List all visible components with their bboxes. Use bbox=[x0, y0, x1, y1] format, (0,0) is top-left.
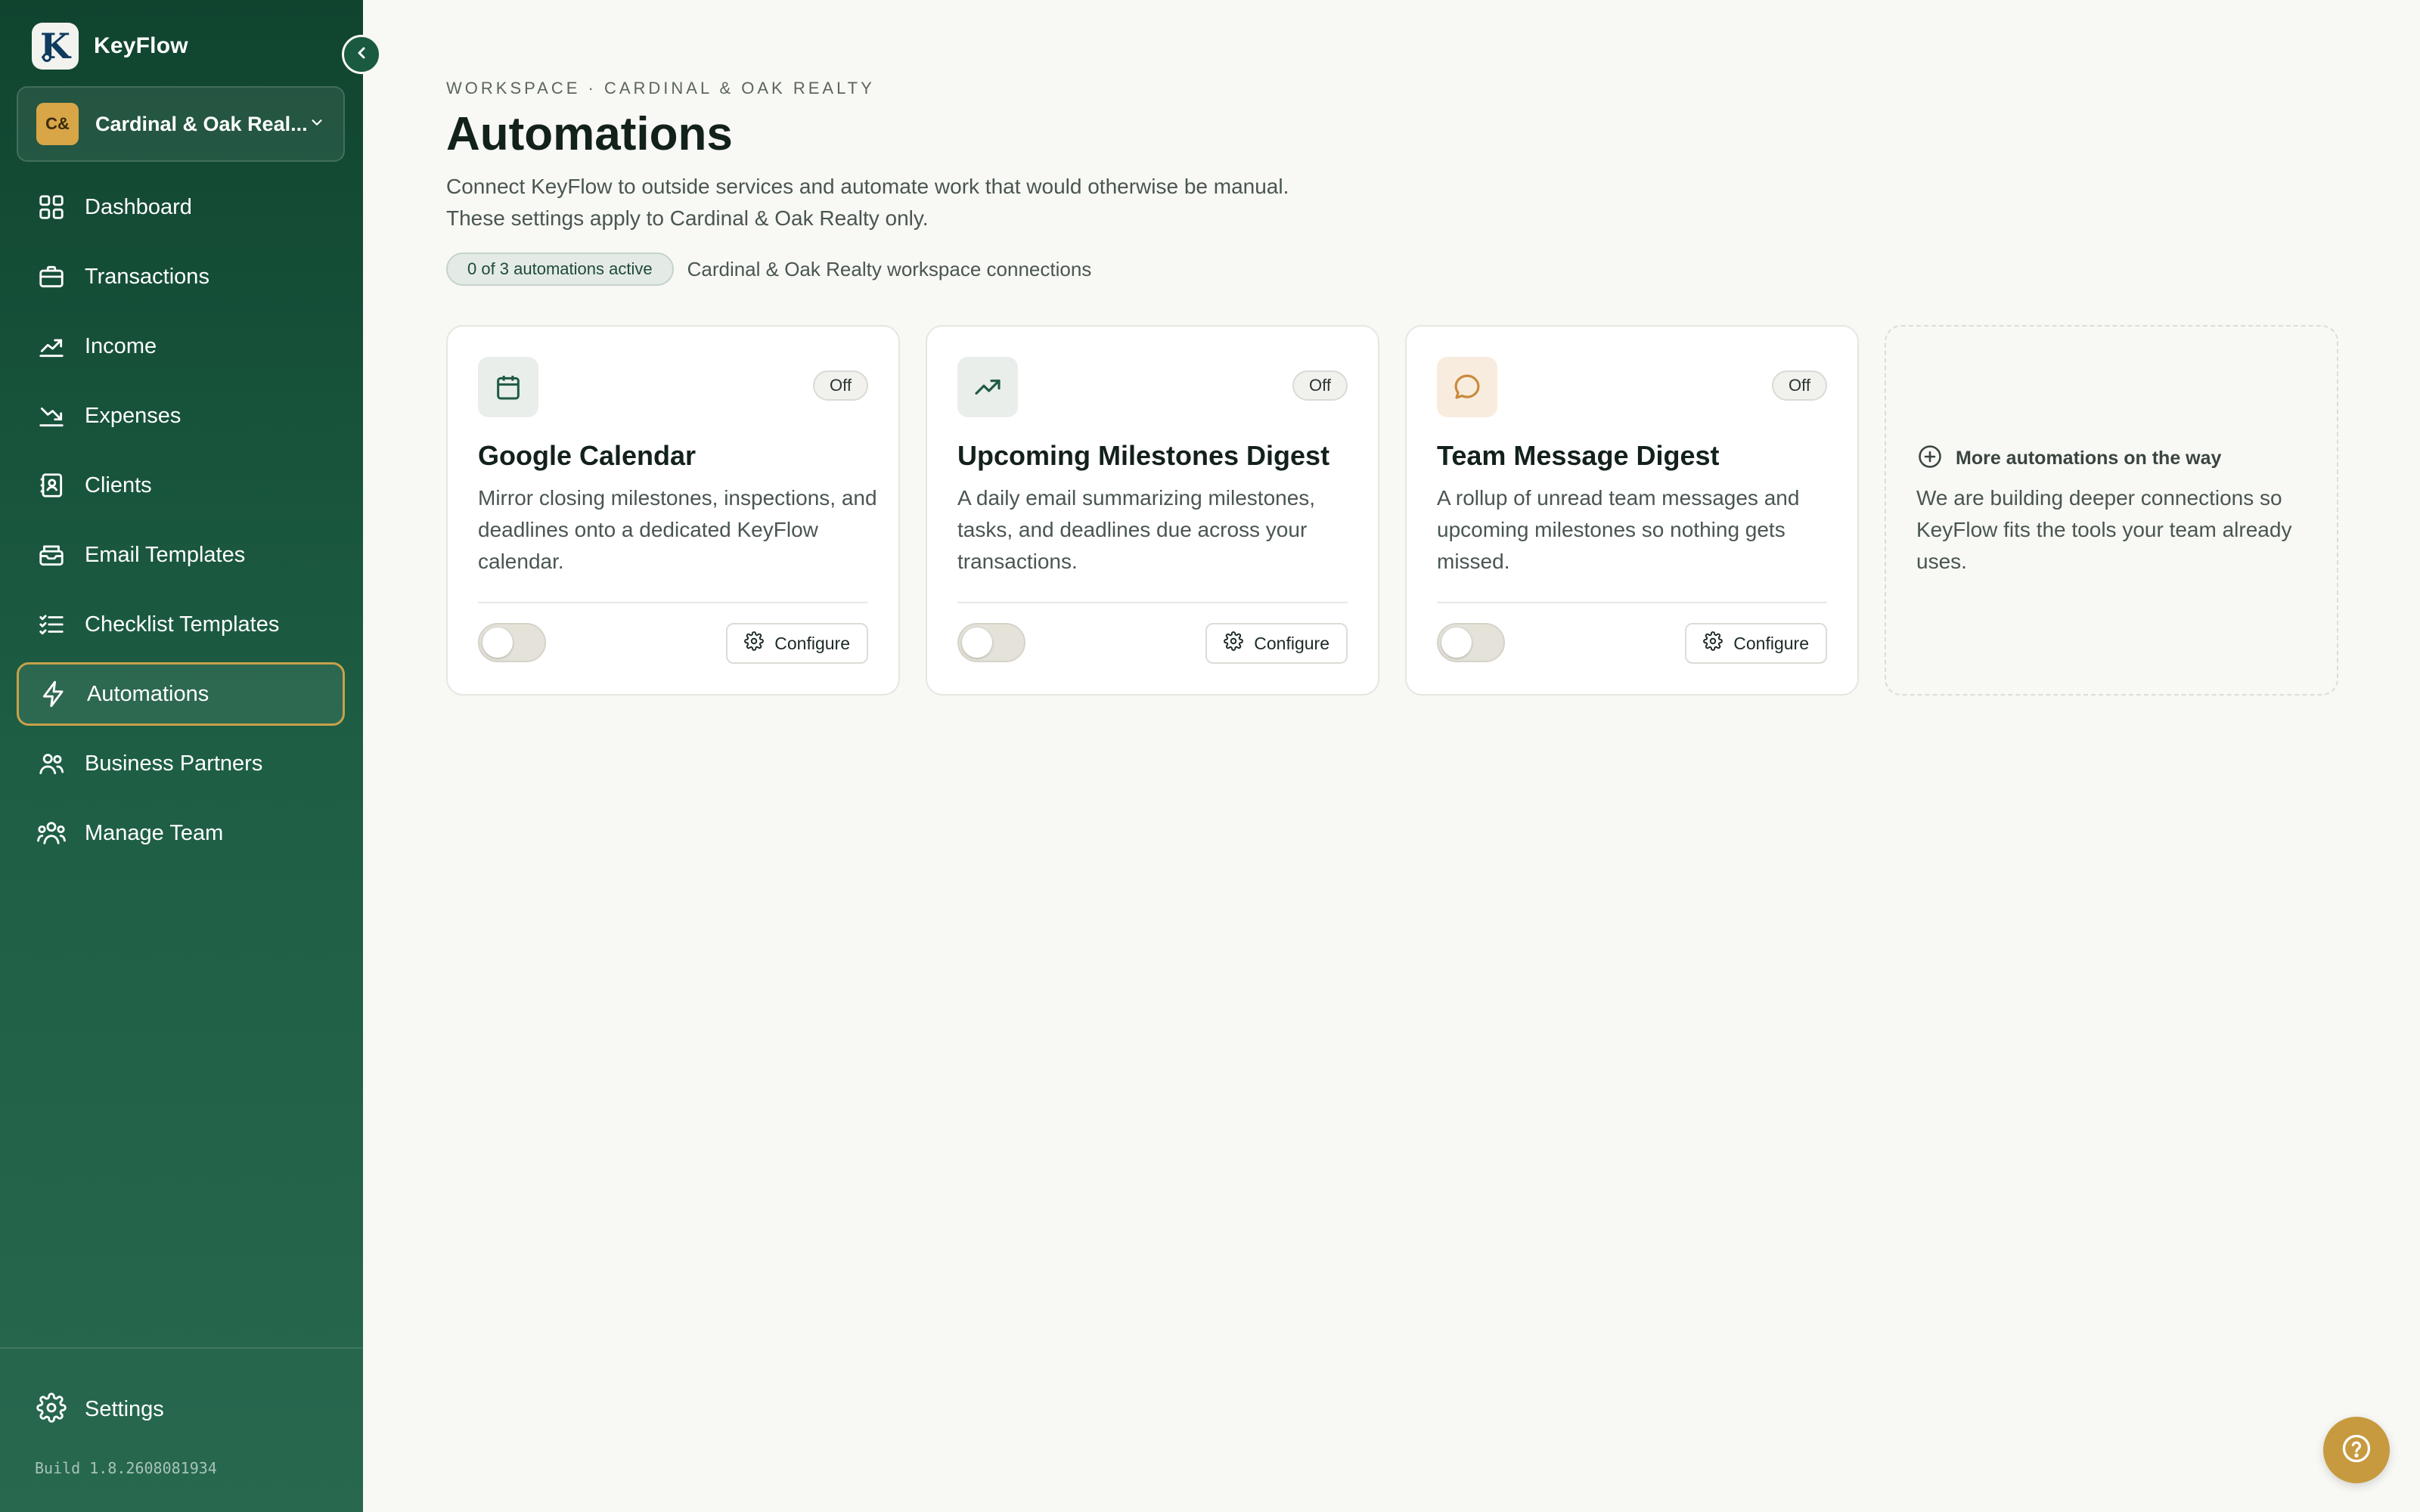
settings-label: Settings bbox=[85, 1397, 164, 1421]
more-automations-card: More automations on the way We are build… bbox=[1885, 325, 2338, 696]
team-icon bbox=[36, 818, 67, 848]
sidebar: K KeyFlow C& Cardinal & Oak Real... Dash… bbox=[0, 0, 363, 1512]
status-text: Cardinal & Oak Realty workspace connecti… bbox=[687, 257, 1092, 280]
sidebar-item-business-partners[interactable]: Business Partners bbox=[17, 732, 345, 795]
sidebar-item-label: Automations bbox=[87, 681, 209, 706]
sidebar-item-settings[interactable]: Settings bbox=[36, 1393, 164, 1427]
sidebar-item-automations[interactable]: Automations bbox=[17, 662, 345, 726]
gear-icon bbox=[1224, 631, 1244, 655]
help-icon bbox=[2340, 1432, 2373, 1469]
status-row: 0 of 3 automations active Cardinal & Oak… bbox=[446, 253, 1091, 286]
contacts-icon bbox=[36, 470, 67, 500]
briefcase-icon bbox=[36, 262, 67, 292]
trending-up-icon bbox=[36, 331, 67, 361]
more-automations-description: We are building deeper connections so Ke… bbox=[1916, 486, 2292, 573]
description-line-2: These settings apply to Cardinal & Oak R… bbox=[446, 206, 929, 230]
gear-icon bbox=[1703, 631, 1723, 655]
sidebar-item-label: Checklist Templates bbox=[85, 612, 280, 637]
sidebar-item-label: Email Templates bbox=[85, 542, 246, 567]
trending-down-icon bbox=[36, 401, 67, 431]
description-line-1: Connect KeyFlow to outside services and … bbox=[446, 175, 1289, 198]
card-title: Upcoming Milestones Digest bbox=[957, 440, 1330, 471]
sidebar-item-clients[interactable]: Clients bbox=[17, 454, 345, 517]
help-button[interactable] bbox=[2323, 1417, 2390, 1483]
sidebar-item-label: Dashboard bbox=[85, 194, 192, 219]
automation-card-google-calendar: Off Google Calendar Mirror closing miles… bbox=[446, 325, 900, 696]
sidebar-item-label: Transactions bbox=[85, 264, 209, 289]
sidebar-nav: Dashboard Transactions Income Expenses C… bbox=[17, 175, 345, 871]
configure-button[interactable]: Configure bbox=[1685, 623, 1827, 664]
sidebar-item-label: Manage Team bbox=[85, 820, 224, 845]
enable-toggle[interactable] bbox=[957, 623, 1025, 662]
sidebar-item-email-templates[interactable]: Email Templates bbox=[17, 523, 345, 587]
configure-label: Configure bbox=[1254, 633, 1329, 653]
sidebar-item-label: Expenses bbox=[85, 403, 182, 428]
collapse-sidebar-button[interactable] bbox=[342, 35, 381, 74]
status-pill: Off bbox=[813, 370, 868, 401]
keyflow-logo: K bbox=[32, 23, 79, 70]
enable-toggle[interactable] bbox=[1437, 623, 1505, 662]
build-version: Build 1.8.2608081934 bbox=[35, 1459, 217, 1477]
sidebar-item-income[interactable]: Income bbox=[17, 314, 345, 378]
brand[interactable]: K KeyFlow bbox=[32, 23, 188, 70]
sidebar-item-manage-team[interactable]: Manage Team bbox=[17, 801, 345, 865]
chevron-left-icon bbox=[352, 44, 371, 66]
sidebar-item-label: Income bbox=[85, 333, 157, 358]
page-title: Automations bbox=[446, 108, 733, 160]
card-description: A daily email summarizing milestones, ta… bbox=[957, 486, 1316, 573]
card-divider bbox=[957, 602, 1348, 603]
workspace-name: Cardinal & Oak Real... bbox=[95, 112, 308, 135]
configure-label: Configure bbox=[1733, 633, 1809, 653]
sidebar-item-transactions[interactable]: Transactions bbox=[17, 245, 345, 308]
status-pill: Off bbox=[1772, 370, 1827, 401]
lightning-icon bbox=[39, 679, 69, 709]
sidebar-item-expenses[interactable]: Expenses bbox=[17, 384, 345, 448]
inbox-icon bbox=[36, 540, 67, 570]
card-divider bbox=[1437, 602, 1827, 603]
sidebar-item-label: Business Partners bbox=[85, 751, 263, 776]
workspace-avatar: C& bbox=[36, 103, 79, 145]
users-icon bbox=[36, 748, 67, 779]
sidebar-item-label: Clients bbox=[85, 472, 152, 497]
more-automations-heading: More automations on the way bbox=[1916, 443, 2221, 474]
status-badge: 0 of 3 automations active bbox=[446, 253, 674, 286]
card-title: Google Calendar bbox=[478, 440, 697, 471]
gear-icon bbox=[36, 1393, 67, 1427]
grid-icon bbox=[36, 192, 67, 222]
card-divider bbox=[478, 602, 868, 603]
card-description: Mirror closing milestones, inspections, … bbox=[478, 486, 877, 573]
checklist-icon bbox=[36, 609, 67, 640]
toggle-knob bbox=[962, 627, 992, 658]
chat-bubble-icon bbox=[1437, 357, 1497, 417]
status-pill: Off bbox=[1292, 370, 1348, 401]
chevron-down-icon bbox=[309, 114, 325, 135]
page-description: Connect KeyFlow to outside services and … bbox=[446, 171, 1429, 234]
sidebar-item-dashboard[interactable]: Dashboard bbox=[17, 175, 345, 239]
sidebar-item-checklist-templates[interactable]: Checklist Templates bbox=[17, 593, 345, 656]
logo-dot bbox=[42, 53, 51, 62]
plus-circle-icon bbox=[1916, 443, 1944, 474]
workspace-switcher[interactable]: C& Cardinal & Oak Real... bbox=[17, 86, 345, 162]
card-description: A rollup of unread team messages and upc… bbox=[1437, 486, 1800, 573]
toggle-knob bbox=[1441, 627, 1472, 658]
app-name: KeyFlow bbox=[94, 33, 188, 58]
configure-button[interactable]: Configure bbox=[1205, 623, 1348, 664]
configure-label: Configure bbox=[774, 633, 850, 653]
trending-up-icon bbox=[957, 357, 1018, 417]
automation-card-team-message-digest: Off Team Message Digest A rollup of unre… bbox=[1405, 325, 1859, 696]
automation-card-milestones-digest: Off Upcoming Milestones Digest A daily e… bbox=[926, 325, 1379, 696]
configure-button[interactable]: Configure bbox=[726, 623, 868, 664]
card-title: Team Message Digest bbox=[1437, 440, 1720, 471]
enable-toggle[interactable] bbox=[478, 623, 546, 662]
breadcrumb: WORKSPACE · CARDINAL & OAK REALTY bbox=[446, 79, 875, 98]
more-automations-title: More automations on the way bbox=[1956, 448, 2222, 469]
toggle-knob bbox=[482, 627, 513, 658]
sidebar-divider bbox=[0, 1347, 363, 1349]
calendar-icon bbox=[478, 357, 538, 417]
gear-icon bbox=[744, 631, 765, 655]
